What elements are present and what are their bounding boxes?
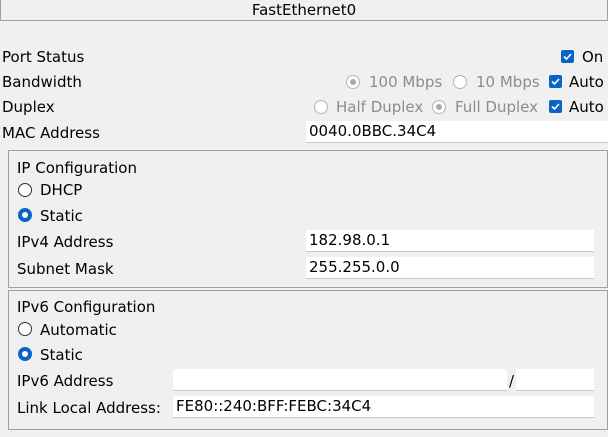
- bandwidth-auto-label: Auto: [569, 73, 604, 91]
- bandwidth-100mbps-radio[interactable]: [346, 75, 360, 89]
- duplex-auto-checkbox[interactable]: [549, 100, 562, 113]
- ipv4-address-label: IPv4 Address: [17, 233, 114, 251]
- ipv4-static-radio[interactable]: [18, 208, 32, 222]
- mac-address-field[interactable]: 0040.0BBC.34C4: [306, 121, 608, 143]
- subnet-mask-field[interactable]: 255.255.0.0: [306, 257, 594, 279]
- port-status-label: Port Status: [2, 48, 85, 66]
- link-local-address-label: Link Local Address:: [17, 399, 161, 417]
- duplex-half-radio[interactable]: [314, 100, 328, 114]
- ipv4-static-label: Static: [40, 207, 83, 225]
- window-title: FastEthernet0: [0, 0, 608, 21]
- duplex-full-radio[interactable]: [432, 100, 446, 114]
- ipv6-address-label: IPv6 Address: [17, 372, 114, 390]
- ipv6-automatic-radio[interactable]: [18, 322, 32, 336]
- ipv6-configuration-heading: IPv6 Configuration: [17, 298, 156, 316]
- duplex-full-label: Full Duplex: [455, 98, 539, 116]
- duplex-label: Duplex: [2, 98, 55, 116]
- ipv6-automatic-label: Automatic: [40, 321, 117, 339]
- bandwidth-label: Bandwidth: [2, 73, 82, 91]
- ipv6-static-label: Static: [40, 346, 83, 364]
- bandwidth-100mbps-label: 100 Mbps: [369, 73, 443, 91]
- bandwidth-auto-checkbox[interactable]: [549, 75, 562, 88]
- ipv6-prefix-field[interactable]: [516, 369, 594, 391]
- port-status-on-label: On: [582, 48, 604, 66]
- ipv4-address-field[interactable]: 182.98.0.1: [306, 230, 594, 252]
- duplex-half-label: Half Duplex: [336, 98, 424, 116]
- bandwidth-10mbps-radio[interactable]: [453, 75, 467, 89]
- bandwidth-10mbps-label: 10 Mbps: [476, 73, 540, 91]
- ipv6-static-radio[interactable]: [18, 347, 32, 361]
- ipv6-address-field[interactable]: [173, 369, 507, 391]
- link-local-address-field[interactable]: FE80::240:BFF:FEBC:34C4: [173, 396, 594, 418]
- mac-address-label: MAC Address: [2, 124, 100, 142]
- checkmark-icon: [551, 78, 560, 86]
- duplex-auto-label: Auto: [569, 98, 604, 116]
- ipv4-dhcp-radio[interactable]: [18, 183, 32, 197]
- checkmark-icon: [563, 53, 572, 61]
- ip-configuration-heading: IP Configuration: [17, 159, 137, 177]
- prefix-separator: /: [509, 372, 515, 390]
- checkmark-icon: [551, 103, 560, 111]
- subnet-mask-label: Subnet Mask: [17, 260, 114, 278]
- ipv4-dhcp-label: DHCP: [40, 181, 83, 199]
- port-status-checkbox[interactable]: [561, 50, 574, 63]
